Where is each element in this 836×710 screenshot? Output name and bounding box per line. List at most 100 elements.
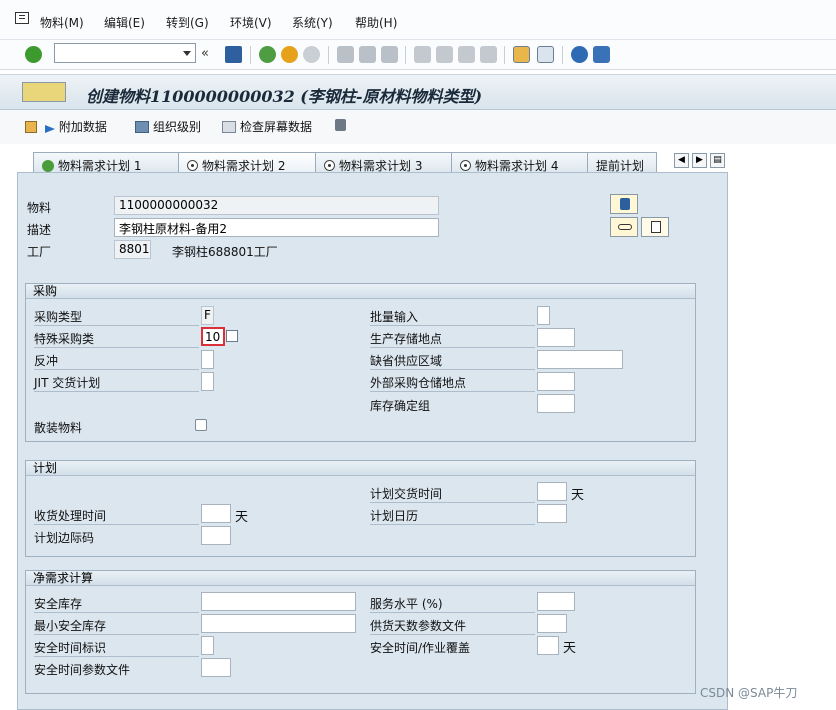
min-safety-stock-field[interactable] [201,614,356,633]
first-page-icon[interactable] [414,46,431,63]
tab-scroll-left-icon[interactable]: ◀ [674,153,689,168]
gr-proc-time-unit: 天 [235,510,249,525]
menu-button[interactable] [22,82,66,102]
document-button[interactable] [641,217,669,237]
sched-margin-label: 计划边际码 [34,531,95,545]
planning-cal-label: 计划日历 [370,507,535,525]
ext-proc-storage-field[interactable] [537,372,575,391]
tab-forecast-label: 提前计划 [596,159,645,173]
menu-help[interactable]: 帮助(H) [355,14,397,31]
standard-toolbar: « [0,40,836,70]
safety-time-ind-field[interactable] [201,636,214,655]
menu-material[interactable]: 物料(M) [40,14,84,31]
menu-system[interactable]: 系统(Y) [292,14,333,31]
glasses-icon [618,224,632,230]
command-field[interactable] [54,43,196,63]
service-level-field[interactable] [537,592,575,611]
safety-time-profile-label: 安全时间参数文件 [34,663,131,677]
coverage-profile-label: 供货天数参数文件 [370,617,535,635]
menu-environment[interactable]: 环境(V) [230,14,272,31]
planned-deliv-field[interactable] [537,482,567,501]
tab-scroll-right-icon[interactable]: ▶ [692,153,707,168]
description-field[interactable]: 李钢柱原材料-备用2 [114,218,439,237]
bulk-material-checkbox[interactable] [195,419,207,431]
planning-cal-field[interactable] [537,504,567,523]
additional-data-button[interactable]: 附加数据 [25,118,107,135]
tab-list-icon[interactable]: ▤ [710,153,725,168]
find-icon[interactable] [359,46,376,63]
value-help-icon[interactable] [226,330,238,342]
radio-icon [460,160,471,171]
stock-det-group-label: 库存确定组 [370,399,431,413]
description-label: 描述 [27,223,52,237]
planned-deliv-label: 计划交货时间 [370,485,535,503]
shortcut-icon[interactable] [537,46,554,63]
chevron-down-icon[interactable] [183,51,191,56]
planned-deliv-unit: 天 [571,488,585,503]
procurement-group-title: 采购 [26,284,695,299]
coverage-profile-field[interactable] [537,614,567,633]
print-icon[interactable] [337,46,354,63]
check-screen-data-button[interactable]: 检查屏幕数据 [222,118,312,135]
safety-stock-field[interactable] [201,592,356,611]
material-label: 物料 [27,201,52,215]
jit-field[interactable] [201,372,214,391]
tab-mrp1-label: 物料需求计划 1 [58,159,142,173]
org-levels-label: 组织级别 [153,120,202,134]
material-field[interactable]: 1100000000032 [114,196,439,215]
stock-det-group-field[interactable] [537,394,575,413]
service-level-label: 服务水平 (%) [370,595,535,613]
batch-entry-field[interactable] [537,306,550,325]
plant-field[interactable]: 8801 [114,240,151,259]
tab-mrp2[interactable]: 物料需求计划 2 [178,152,316,174]
tab-mrp3[interactable]: 物料需求计划 3 [315,152,452,174]
special-proc-field[interactable]: 10 [201,327,225,346]
system-menu-icon[interactable] [15,12,29,24]
tab-forecast[interactable]: 提前计划 [587,152,657,174]
plant-label: 工厂 [27,245,52,259]
cancel-icon[interactable] [303,46,320,63]
tab-mrp4[interactable]: 物料需求计划 4 [451,152,588,174]
safety-time-profile-field[interactable] [201,658,231,677]
help-icon[interactable] [571,46,588,63]
customize-layout-icon[interactable] [593,46,610,63]
default-supply-area-field[interactable] [537,350,623,369]
org-levels-button[interactable]: 组织级别 [135,118,201,135]
document-icon [25,121,37,133]
lock-button[interactable] [335,118,350,132]
proc-type-field[interactable]: F [201,306,214,325]
backflush-label: 反冲 [34,352,199,370]
arrow-right-icon [44,125,57,133]
plant-name: 李钢柱688801工厂 [172,245,278,259]
last-page-icon[interactable] [480,46,497,63]
backflush-field[interactable] [201,350,214,369]
new-session-icon[interactable] [513,46,530,63]
history-back-icon[interactable]: « [201,46,213,63]
tab-mrp1[interactable]: 物料需求计划 1 [33,152,181,174]
proc-type-label: 采购类型 [34,308,199,326]
menu-goto[interactable]: 转到(G) [166,14,209,31]
net-requirements-group-title: 净需求计算 [26,571,695,586]
menu-edit[interactable]: 编辑(E) [104,14,145,31]
sched-margin-field[interactable] [201,526,231,545]
safety-time-ind-label: 安全时间标识 [34,639,199,657]
next-page-icon[interactable] [458,46,475,63]
prod-storage-label: 生产存储地点 [370,330,535,348]
document-icon [651,221,661,233]
safety-time-unit: 天 [563,641,577,656]
gr-proc-time-field[interactable] [201,504,231,523]
tab-mrp4-label: 物料需求计划 4 [475,159,559,173]
enter-icon[interactable] [25,46,42,63]
find-next-icon[interactable] [381,46,398,63]
safety-time-field[interactable] [537,636,559,655]
prod-storage-field[interactable] [537,328,575,347]
glasses-button[interactable] [610,217,638,237]
application-toolbar: 附加数据 组织级别 检查屏幕数据 [0,110,836,144]
back-nav-icon[interactable] [259,46,276,63]
safety-time-label: 安全时间/作业覆盖 [370,641,471,655]
exit-icon[interactable] [281,46,298,63]
info-button[interactable] [610,194,638,214]
additional-data-label: 附加数据 [58,120,107,134]
prev-page-icon[interactable] [436,46,453,63]
save-icon[interactable] [225,46,242,63]
